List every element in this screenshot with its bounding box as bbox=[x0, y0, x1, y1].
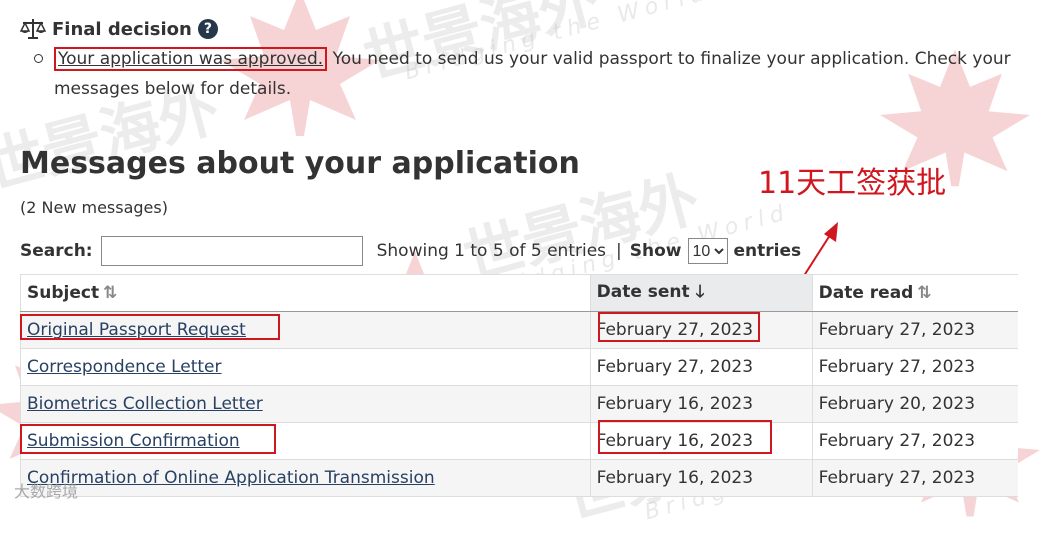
show-label: Show bbox=[629, 241, 682, 261]
date-read-cell: February 27, 2023 bbox=[811, 348, 1018, 386]
date-read-cell: February 20, 2023 bbox=[811, 385, 1018, 423]
help-icon[interactable]: ? bbox=[197, 19, 218, 39]
messages-table: Subject ⇅ Date sent 🡓 Date read ⇅ Original … bbox=[20, 274, 1018, 497]
table-row: Confirmation of Online Application Trans… bbox=[20, 459, 1018, 497]
date-read-cell: February 27, 2023 bbox=[811, 459, 1018, 497]
table-row: Biometrics Collection Letter February 16… bbox=[20, 385, 1018, 423]
annotation-label: 11天工签获批 bbox=[758, 166, 947, 201]
subject-cell: Correspondence Letter bbox=[20, 348, 591, 386]
highlight-box bbox=[598, 420, 772, 454]
final-decision-title: Final decision bbox=[52, 18, 192, 40]
date-sent-column-header[interactable]: Date sent 🡓 bbox=[589, 274, 813, 312]
date-read-cell: February 27, 2023 bbox=[811, 311, 1018, 349]
decision-bullet bbox=[34, 54, 43, 63]
column-label: Subject bbox=[27, 283, 100, 303]
entries-label: entries bbox=[733, 241, 802, 261]
subject-column-header[interactable]: Subject ⇅ bbox=[20, 274, 591, 312]
table-row: Correspondence Letter February 27, 2023 … bbox=[20, 348, 1018, 386]
subject-cell: Biometrics Collection Letter bbox=[20, 385, 591, 423]
footer-watermark: 大数跨境 bbox=[14, 482, 79, 501]
message-link[interactable]: Confirmation of Online Application Trans… bbox=[27, 468, 435, 488]
entries-info: Showing 1 to 5 of 5 entries bbox=[376, 241, 607, 261]
date-sent-cell: February 27, 2023 bbox=[589, 348, 813, 386]
message-link[interactable]: Correspondence Letter bbox=[27, 357, 222, 377]
decision-message: Your application was approved. You need … bbox=[54, 44, 1014, 104]
highlight-box bbox=[20, 314, 280, 340]
date-read-column-header[interactable]: Date read ⇅ bbox=[811, 274, 1018, 312]
approved-text: Your application was approved. bbox=[54, 47, 328, 71]
new-messages-count: (2 New messages) bbox=[20, 198, 168, 217]
page-length-select[interactable]: 10 bbox=[687, 238, 728, 264]
sort-both-icon: ⇅ bbox=[917, 283, 932, 303]
highlight-box bbox=[20, 424, 276, 454]
date-read-cell: February 27, 2023 bbox=[811, 422, 1018, 460]
subject-cell: Confirmation of Online Application Trans… bbox=[20, 459, 591, 497]
column-label: Date sent bbox=[596, 281, 690, 302]
date-sent-cell: February 16, 2023 bbox=[589, 385, 813, 423]
table-header-row: Subject ⇅ Date sent 🡓 Date read ⇅ bbox=[20, 274, 1018, 312]
search-label: Search: bbox=[20, 241, 93, 261]
messages-title: Messages about your application bbox=[20, 146, 580, 181]
date-sent-cell: February 16, 2023 bbox=[589, 459, 813, 497]
table-controls: Search: Showing 1 to 5 of 5 entries | Sh… bbox=[20, 234, 801, 268]
scale-icon bbox=[20, 19, 46, 39]
highlight-box bbox=[598, 312, 760, 342]
message-link[interactable]: Biometrics Collection Letter bbox=[27, 394, 263, 414]
sort-both-icon: ⇅ bbox=[103, 283, 118, 303]
sort-desc-icon: 🡓 bbox=[695, 281, 705, 302]
separator: | bbox=[616, 241, 622, 261]
column-label: Date read bbox=[818, 283, 914, 303]
final-decision-header: Final decision ? bbox=[20, 16, 218, 42]
search-input[interactable] bbox=[100, 236, 363, 266]
